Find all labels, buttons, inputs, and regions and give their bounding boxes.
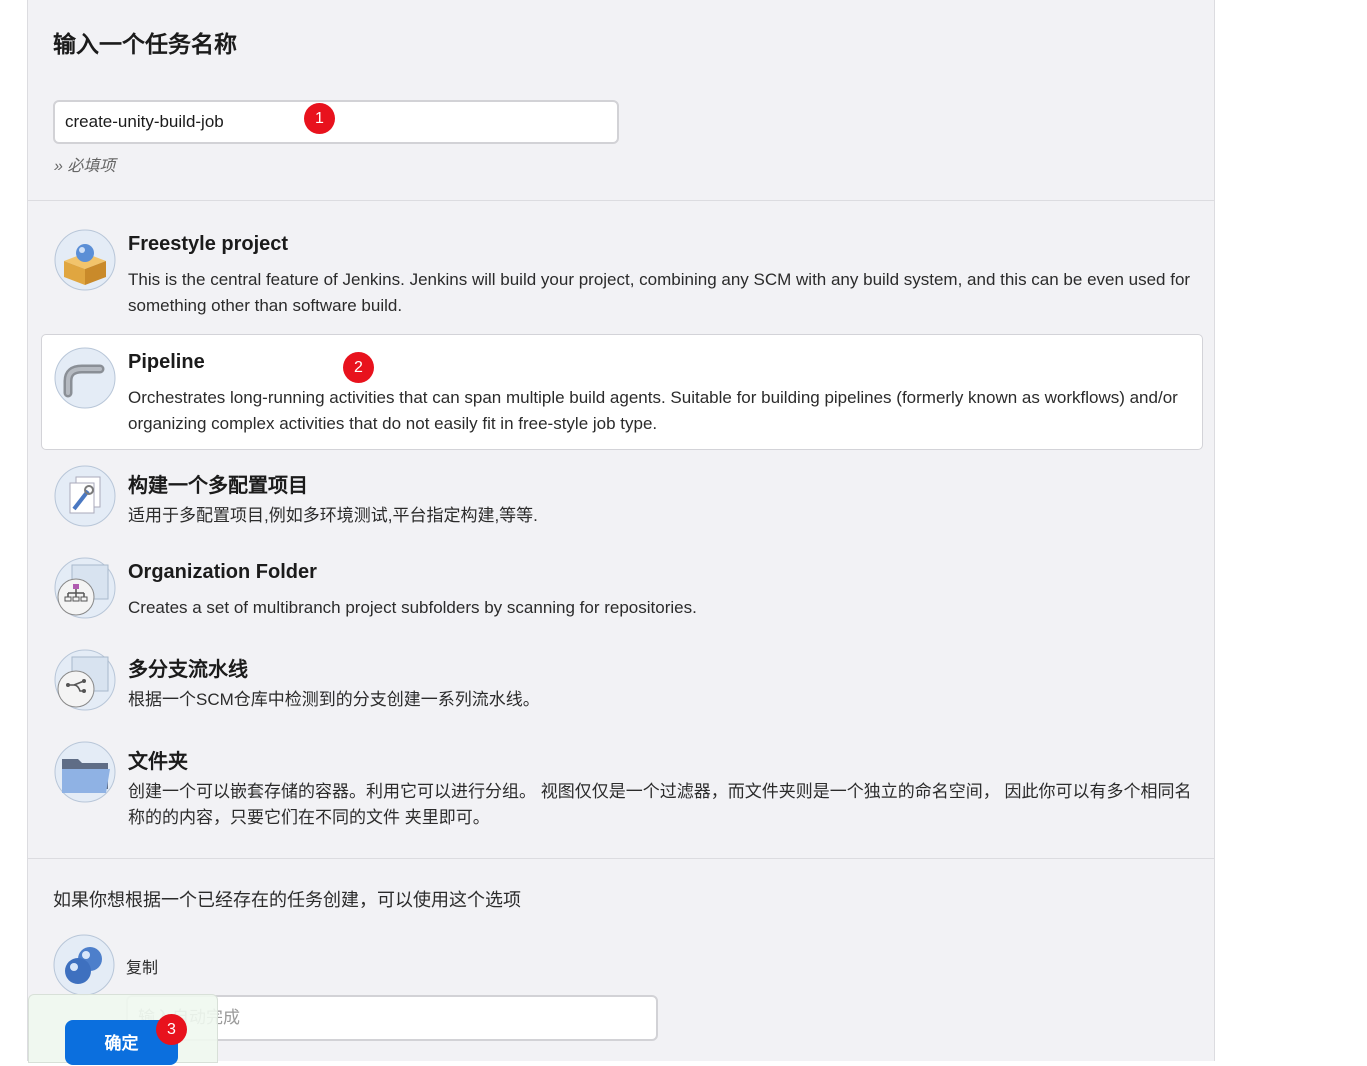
new-item-panel: 输入一个任务名称 create-unity-build-job » 必填项 Fr…: [27, 0, 1215, 1061]
page-title: 输入一个任务名称: [53, 31, 237, 57]
organization-folder-icon: [54, 557, 116, 619]
copy-section-label: 如果你想根据一个已经存在的任务创建，可以使用这个选项: [53, 890, 521, 910]
pipe-icon: [54, 347, 116, 409]
folder-icon: [54, 741, 116, 803]
job-type-pipeline[interactable]: Pipeline Orchestrates long-running activ…: [41, 334, 1203, 450]
annotation-badge: 1: [304, 103, 335, 134]
job-type-title: 多分支流水线: [128, 659, 248, 681]
job-type-organization-folder[interactable]: Organization Folder Creates a set of mul…: [41, 544, 1203, 630]
job-type-description: This is the central feature of Jenkins. …: [128, 270, 1191, 315]
job-type-title: 构建一个多配置项目: [128, 475, 308, 497]
divider: [28, 200, 1214, 201]
job-type-description: 创建一个可以嵌套存储的容器。利用它可以进行分组。 视图仅仅是一个过滤器，而文件夹…: [128, 782, 1192, 827]
job-type-folder[interactable]: 文件夹 创建一个可以嵌套存储的容器。利用它可以进行分组。 视图仅仅是一个过滤器，…: [41, 728, 1203, 840]
copy-icon[interactable]: [53, 934, 115, 996]
job-type-title: Freestyle project: [128, 233, 289, 255]
job-type-title: 文件夹: [128, 751, 188, 773]
job-type-multi-config[interactable]: 构建一个多配置项目 适用于多配置项目,例如多环境测试,平台指定构建,等等.: [41, 452, 1203, 538]
job-type-title: Organization Folder: [128, 561, 317, 583]
annotation-badge: 2: [343, 352, 374, 383]
job-type-freestyle[interactable]: Freestyle project This is the central fe…: [41, 216, 1203, 318]
job-type-title: Pipeline: [128, 351, 205, 373]
job-type-description: 根据一个SCM仓库中检测到的分支创建一系列流水线。: [128, 690, 540, 709]
job-type-description: 适用于多配置项目,例如多环境测试,平台指定构建,等等.: [128, 506, 538, 525]
copy-option-label[interactable]: 复制: [126, 954, 158, 978]
job-type-multibranch[interactable]: 多分支流水线 根据一个SCM仓库中检测到的分支创建一系列流水线。: [41, 636, 1203, 722]
item-name-input[interactable]: create-unity-build-job: [53, 100, 619, 144]
job-type-description: Creates a set of multibranch project sub…: [128, 598, 697, 617]
annotation-badge: 3: [156, 1014, 187, 1045]
required-hint: » 必填项: [54, 158, 116, 175]
job-type-description: Orchestrates long-running activities tha…: [128, 388, 1178, 433]
multi-config-icon: [54, 465, 116, 527]
divider: [28, 858, 1214, 859]
multibranch-icon: [54, 649, 116, 711]
freestyle-box-icon: [54, 229, 116, 291]
